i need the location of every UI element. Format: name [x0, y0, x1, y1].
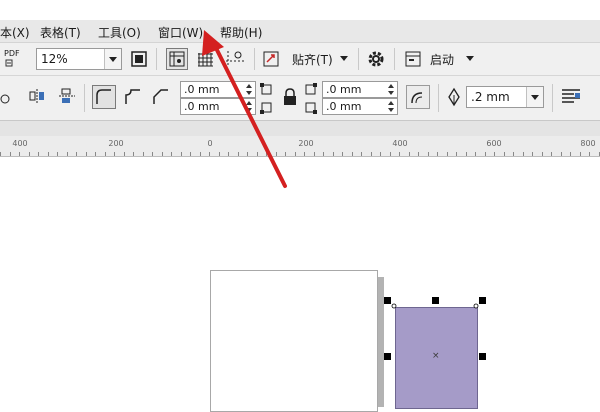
annotation-arrow [202, 30, 287, 188]
